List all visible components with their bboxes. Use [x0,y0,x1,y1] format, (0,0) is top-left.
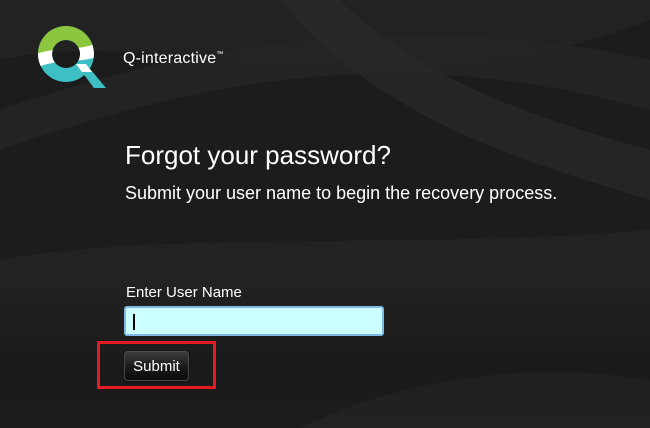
username-label: Enter User Name [126,284,242,301]
submit-button[interactable]: Submit [124,351,189,381]
text-cursor [133,314,135,330]
brand-name: Q-interactive™ [123,50,224,68]
page-title: Forgot your password? [125,140,391,170]
page-subtitle: Submit your user name to begin the recov… [125,183,558,203]
brand-text: Q-interactive [123,50,217,67]
username-input[interactable] [124,306,384,336]
q-interactive-logo-icon [36,24,108,94]
trademark-symbol: ™ [216,51,224,58]
